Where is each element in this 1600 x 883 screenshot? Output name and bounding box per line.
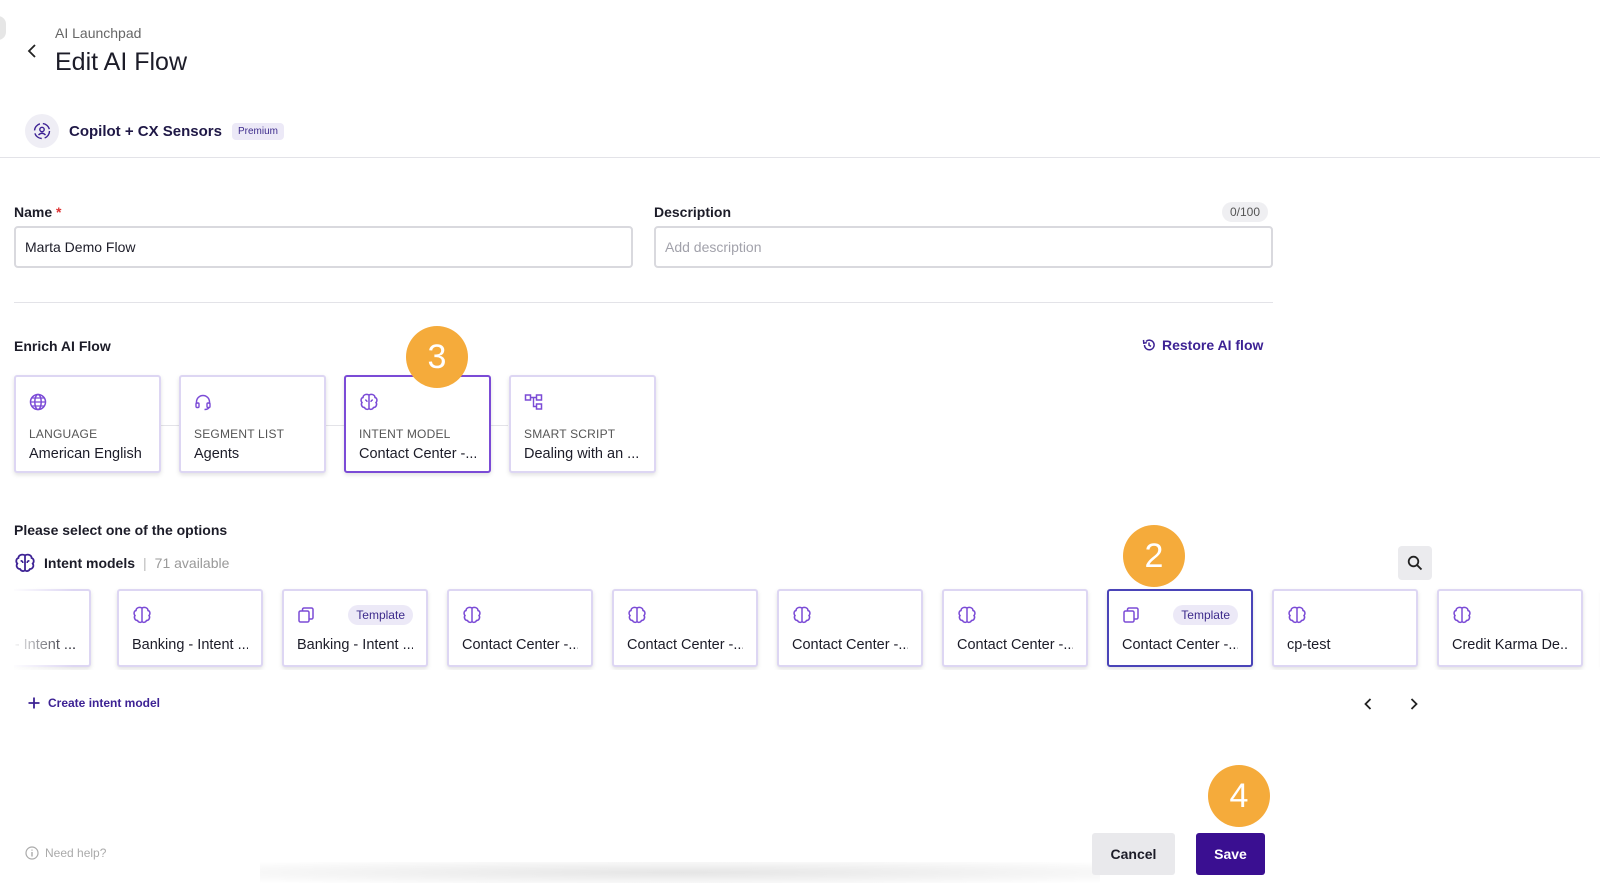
model-card-label: Contact Center -... [462, 637, 578, 653]
brain-icon [463, 606, 481, 624]
back-button[interactable] [22, 40, 42, 62]
model-card-label: Banking - Intent ... [297, 637, 413, 653]
search-button[interactable] [1398, 546, 1432, 580]
model-card[interactable]: Contact Center -... [777, 589, 923, 667]
create-label: Create intent model [48, 696, 161, 710]
plus-icon [28, 697, 40, 709]
intent-models-header: Intent models | 71 available [14, 553, 229, 573]
model-card[interactable]: - Intent ... [14, 589, 91, 667]
template-badge: Template [1173, 605, 1238, 625]
help-label: Need help? [45, 846, 107, 860]
name-input[interactable] [14, 226, 633, 268]
brain-icon [958, 606, 976, 624]
model-card[interactable]: Credit Karma De... [1437, 589, 1583, 667]
model-card-label: Contact Center -... [627, 637, 743, 653]
restore-ai-flow-link[interactable]: Restore AI flow [1142, 337, 1263, 353]
step-card-smart-script[interactable]: SMART SCRIPT Dealing with an ... [509, 375, 656, 473]
model-card[interactable]: cp-test [1272, 589, 1418, 667]
brain-icon [793, 606, 811, 624]
model-card-label: Banking - Intent ... [132, 637, 248, 653]
brain-icon [359, 391, 476, 413]
chevron-left-icon [27, 44, 36, 58]
sensor-icon [25, 114, 59, 148]
step-card-language[interactable]: LANGUAGE American English [14, 375, 161, 473]
carousel-prev-button[interactable] [1356, 692, 1380, 716]
model-card[interactable]: Contact Center -... [612, 589, 758, 667]
cancel-button[interactable]: Cancel [1092, 833, 1175, 875]
description-label: Description [654, 204, 732, 220]
step-connector [488, 425, 508, 426]
page-title: Edit AI Flow [55, 48, 187, 76]
step-kicker: LANGUAGE [29, 427, 98, 441]
chevron-left-icon [1364, 698, 1372, 710]
create-intent-model-link[interactable]: Create intent model [28, 696, 160, 710]
annotation-badge-2: 2 [1123, 525, 1185, 587]
name-label: Name * [14, 204, 61, 220]
brain-icon [15, 553, 35, 572]
step-value: Contact Center -... [359, 446, 476, 462]
models-count: 71 available [154, 555, 230, 571]
models-title: Intent models [44, 555, 136, 571]
premium-badge: Premium [231, 122, 284, 140]
annotation-badge-3: 3 [406, 326, 468, 388]
select-prompt: Please select one of the options [14, 522, 228, 538]
model-card[interactable]: Template Banking - Intent ... [282, 589, 428, 667]
brain-icon [1288, 606, 1306, 624]
form-divider [14, 302, 1273, 303]
flow-icon [524, 391, 641, 413]
model-card-label: cp-test [1287, 637, 1331, 653]
model-card[interactable]: Banking - Intent ... [117, 589, 263, 667]
copy-icon [1123, 607, 1139, 623]
step-card-intent-model[interactable]: INTENT MODEL Contact Center -... [344, 375, 491, 473]
copy-icon [298, 607, 314, 623]
step-value: American English [29, 446, 142, 462]
step-card-segment-list[interactable]: SEGMENT LIST Agents [179, 375, 326, 473]
headset-icon [194, 391, 311, 413]
model-card-label: Contact Center -... [1122, 637, 1238, 653]
template-badge: Template [348, 605, 413, 625]
product-name: Copilot + CX Sensors [69, 122, 222, 140]
help-link[interactable]: Need help? [25, 846, 106, 860]
model-card-label: Contact Center -... [957, 637, 1073, 653]
brain-icon [628, 606, 646, 624]
step-value: Agents [194, 446, 240, 462]
header-divider [0, 157, 1600, 158]
restore-label: Restore AI flow [1162, 337, 1264, 353]
product-row: Copilot + CX Sensors Premium [25, 114, 284, 148]
info-icon [25, 846, 39, 860]
history-icon [1142, 339, 1155, 351]
step-kicker: INTENT MODEL [359, 427, 451, 441]
step-kicker: SMART SCRIPT [524, 427, 616, 441]
chevron-right-icon [1410, 698, 1418, 710]
models-separator: | [143, 555, 147, 571]
carousel-next-button[interactable] [1402, 692, 1426, 716]
intent-model-carousel: - Intent ... Banking - Intent ... Templa… [14, 586, 1600, 670]
save-button[interactable]: Save [1196, 833, 1265, 875]
model-card-label: Contact Center -... [792, 637, 908, 653]
edge-handle [0, 16, 6, 40]
description-input[interactable] [654, 226, 1273, 268]
globe-icon [29, 391, 146, 413]
enrich-title: Enrich AI Flow [14, 338, 111, 354]
model-card-label: Credit Karma De... [1452, 637, 1568, 653]
model-card-label: - Intent ... [14, 637, 76, 653]
step-connector [160, 425, 180, 426]
brain-icon [1453, 606, 1471, 624]
annotation-badge-4: 4 [1208, 765, 1270, 827]
description-counter: 0/100 [1222, 202, 1269, 222]
brain-icon [133, 606, 151, 624]
model-card-selected[interactable]: Template Contact Center -... [1107, 589, 1253, 667]
step-value: Dealing with an ... [524, 446, 640, 462]
step-connector [324, 425, 344, 426]
breadcrumb[interactable]: AI Launchpad [55, 25, 141, 41]
model-card[interactable]: Contact Center -... [942, 589, 1088, 667]
name-label-text: Name [14, 204, 53, 220]
required-mark: * [56, 204, 62, 220]
step-kicker: SEGMENT LIST [194, 427, 285, 441]
bottom-shadow [260, 862, 1100, 883]
model-card[interactable]: Contact Center -... [447, 589, 593, 667]
search-icon [1407, 555, 1423, 571]
